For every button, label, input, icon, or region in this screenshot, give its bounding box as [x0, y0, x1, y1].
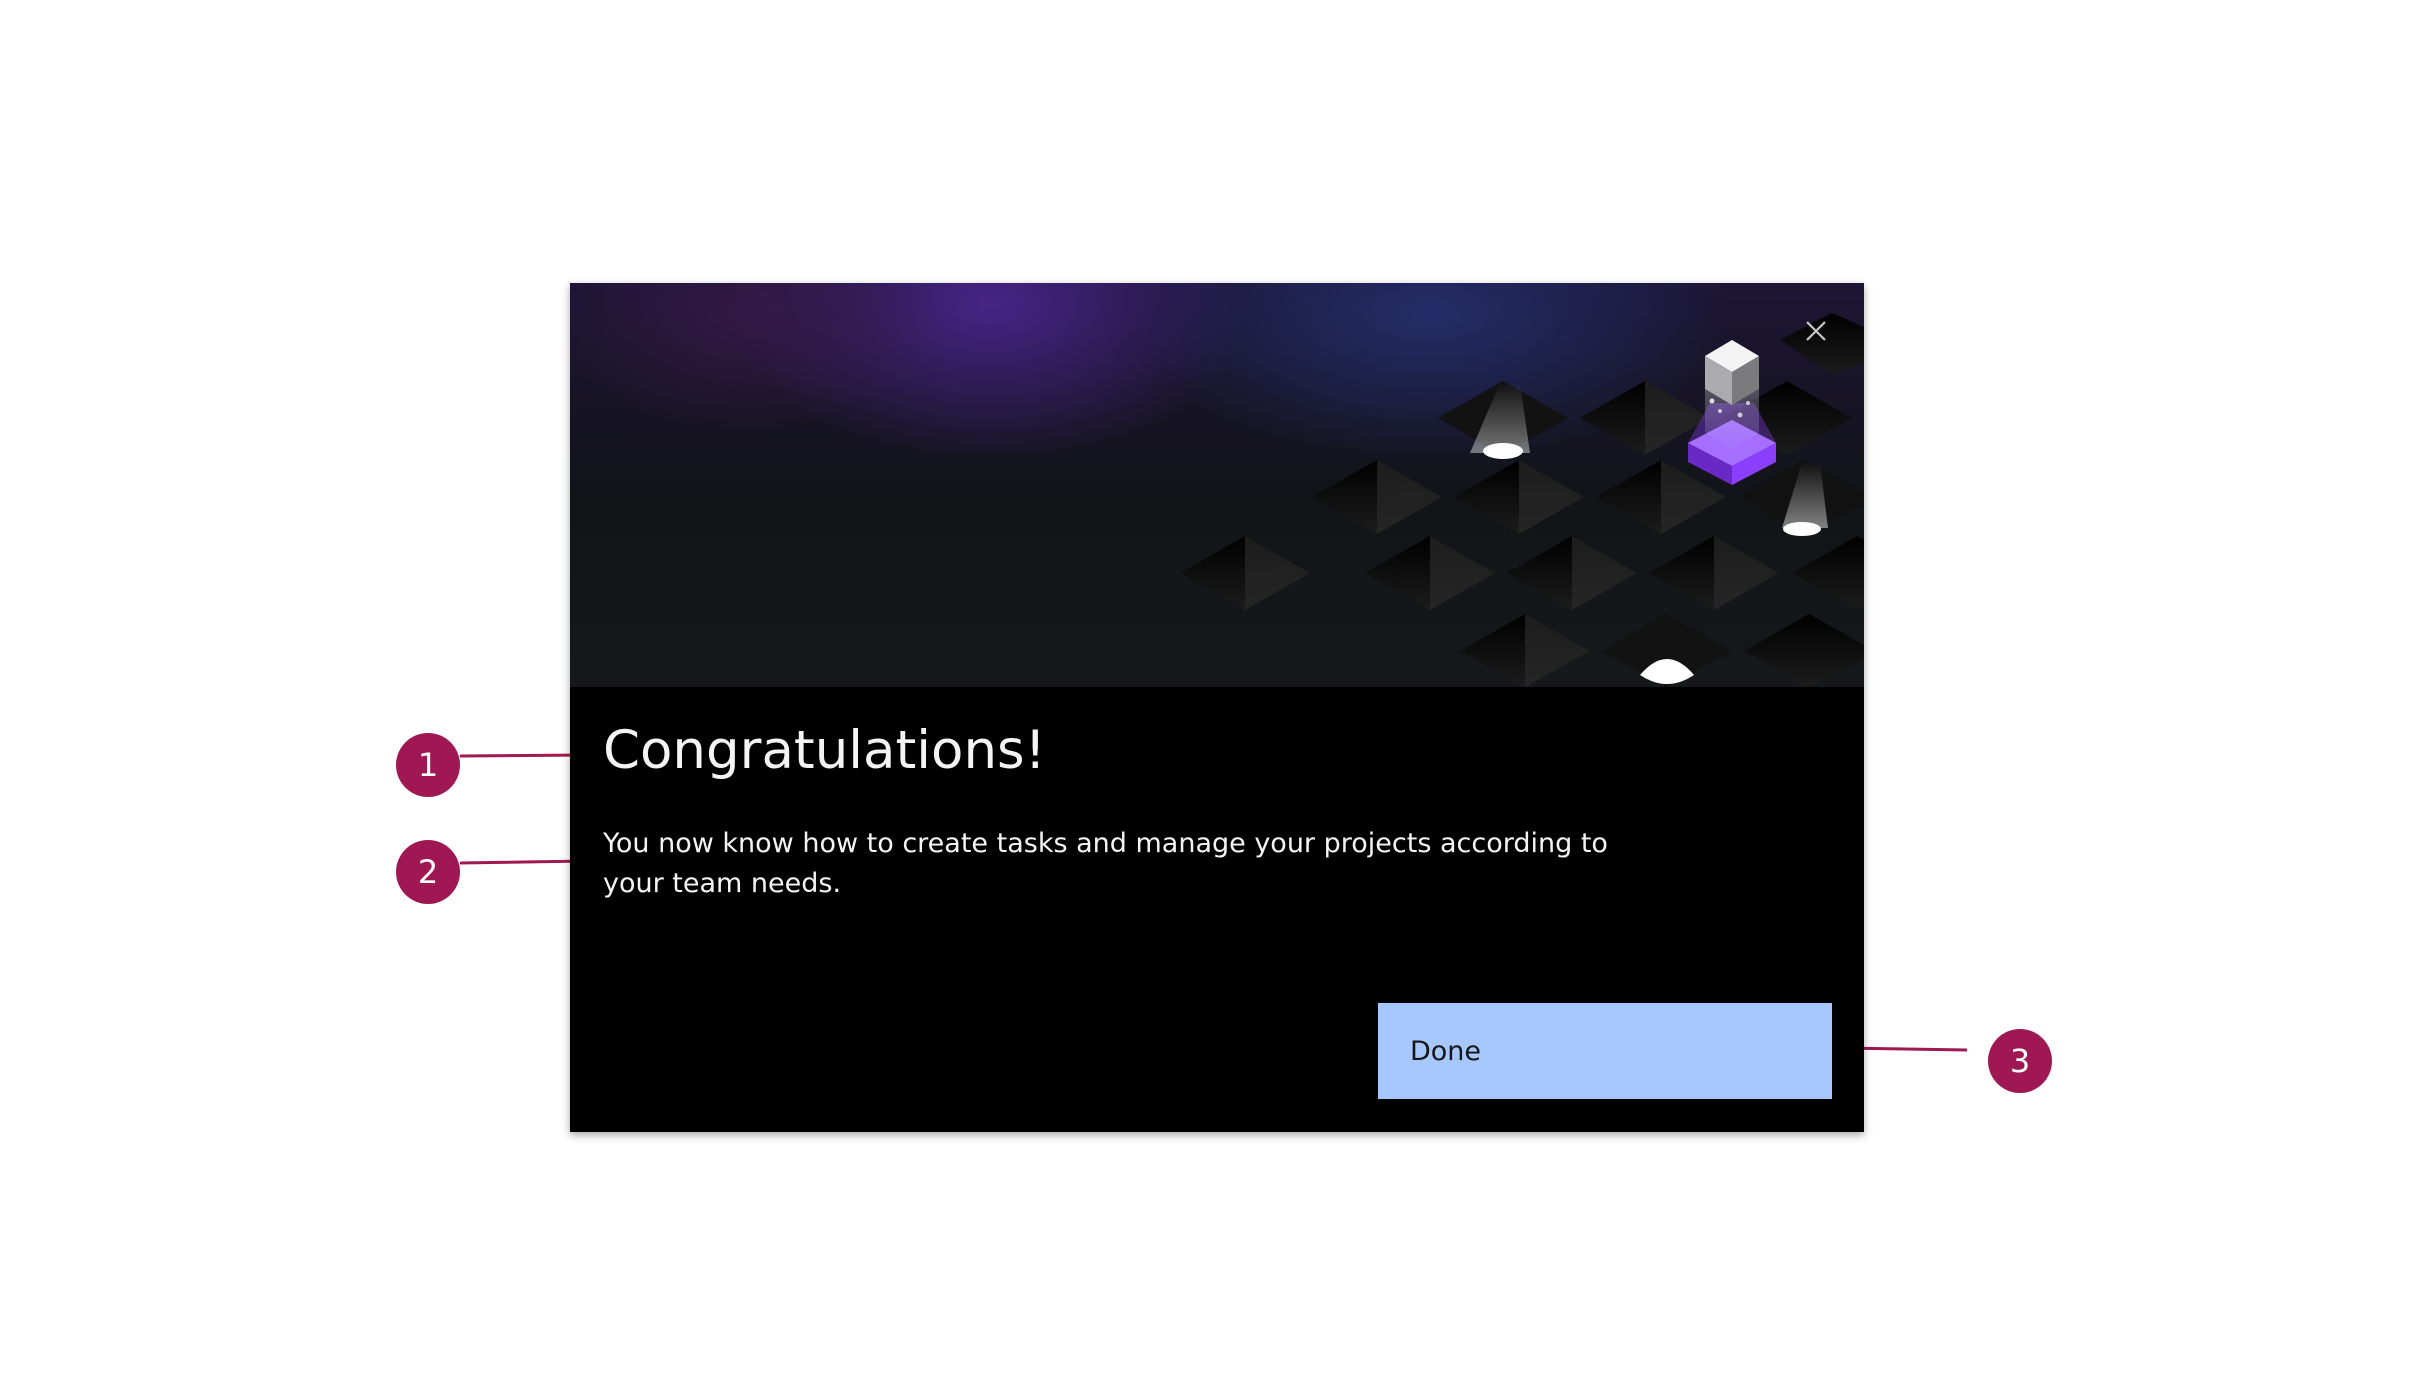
- isometric-tiles-illustration: [570, 283, 1864, 687]
- close-button[interactable]: [1798, 313, 1834, 349]
- annotation-marker-1: 1: [396, 733, 460, 797]
- annotation-marker-2: 2: [396, 840, 460, 904]
- modal-title: Congratulations!: [603, 720, 1046, 781]
- close-icon: [1806, 321, 1826, 341]
- modal-body-text: You now know how to create tasks and man…: [603, 828, 1608, 899]
- annotation-marker-3: 3: [1988, 1029, 2052, 1093]
- done-button[interactable]: Done: [1378, 1003, 1832, 1099]
- congratulations-modal: Congratulations! You now know how to cre…: [570, 283, 1864, 1132]
- hero-illustration: [570, 283, 1864, 687]
